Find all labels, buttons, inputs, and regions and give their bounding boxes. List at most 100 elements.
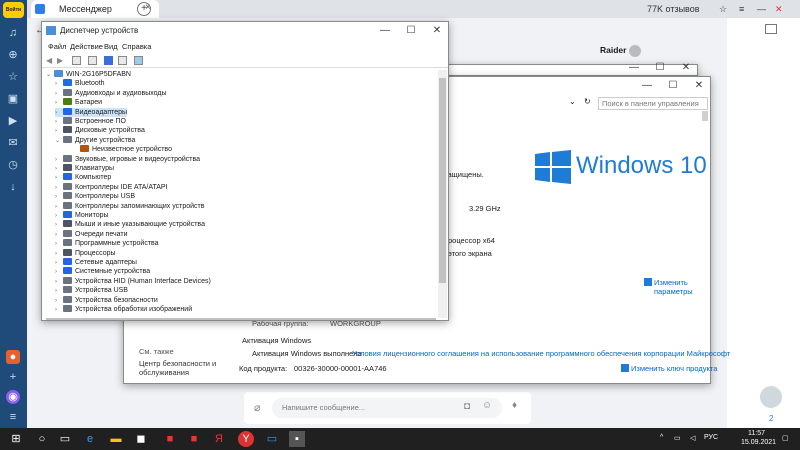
star-icon[interactable]: ☆: [6, 70, 20, 84]
collections-icon[interactable]: ▣: [6, 92, 20, 106]
device-category-row[interactable]: › Устройства безопасности: [55, 295, 158, 306]
refresh-icon[interactable]: ↻: [584, 97, 591, 106]
close-icon[interactable]: ✕: [686, 77, 712, 95]
network-icon[interactable]: ▭: [674, 434, 681, 442]
scrollbar-thumb[interactable]: [439, 78, 446, 283]
expand-arrow-icon[interactable]: ›: [55, 306, 63, 316]
explorer-icon[interactable]: ▬: [108, 431, 124, 447]
new-tab-button[interactable]: +: [137, 2, 151, 16]
expand-arrow-icon[interactable]: ⌄: [46, 71, 54, 81]
device-category-row[interactable]: › Клавиатуры: [55, 164, 114, 174]
menu-icon[interactable]: ≡: [739, 4, 744, 14]
yandex-login-badge[interactable]: Войти: [3, 2, 24, 18]
horizontal-scrollbar[interactable]: [46, 318, 436, 320]
device-category-row[interactable]: › Процессоры: [55, 248, 116, 259]
dropdown-icon[interactable]: ⌄: [569, 97, 576, 106]
camera-icon[interactable]: ◘: [464, 401, 470, 412]
device-category-row[interactable]: › Компьютер: [55, 173, 111, 183]
contact-avatar[interactable]: [760, 386, 782, 408]
bookmark-icon[interactable]: ☆: [719, 4, 727, 15]
device-category-row[interactable]: › Мыши и иные указывающие устройства: [55, 220, 205, 230]
security-center-link[interactable]: Центр безопасности и обслуживания: [139, 359, 219, 377]
clock-time[interactable]: 11:57: [748, 430, 765, 437]
yandex-browser-icon[interactable]: Я: [211, 431, 227, 447]
close-browser-icon[interactable]: ✕: [775, 4, 783, 15]
edge-icon[interactable]: e: [82, 431, 98, 447]
scrollbar[interactable]: [702, 111, 708, 121]
avatar[interactable]: [629, 45, 641, 57]
scan-icon[interactable]: [118, 56, 127, 65]
clock-date[interactable]: 15.09.2021: [741, 439, 776, 446]
clock-icon[interactable]: ◷: [6, 158, 20, 172]
device-category-row[interactable]: ⌄ Другие устройства: [55, 135, 135, 147]
minimize-icon[interactable]: —: [621, 59, 647, 77]
device-category-row[interactable]: › Встроенное ПО: [55, 117, 126, 127]
download-icon[interactable]: ↓: [6, 180, 20, 194]
device-category-row[interactable]: › Звуковые, игровые и видеоустройства: [55, 154, 200, 165]
change-key-link[interactable]: Изменить ключ продукта: [631, 364, 717, 373]
search-icon[interactable]: ○: [34, 431, 50, 447]
tree-root-computer[interactable]: ⌄ WIN-2G16P5DFABN: [46, 70, 131, 80]
device-category-row[interactable]: › Сетевые адаптеры: [55, 258, 137, 268]
back-icon[interactable]: ◀: [46, 56, 55, 65]
change-params-link[interactable]: Изменить параметры: [654, 278, 709, 296]
list-icon[interactable]: [88, 56, 97, 65]
microphone-icon[interactable]: ♦: [512, 400, 517, 411]
alice-icon[interactable]: ◉: [6, 390, 20, 404]
minimize-icon[interactable]: —: [757, 4, 766, 14]
properties-icon[interactable]: [72, 56, 81, 65]
menu-view[interactable]: Вид: [104, 42, 118, 51]
device-category-row[interactable]: › Устройства обработки изображений: [55, 305, 192, 315]
browser-app-icon[interactable]: ■: [186, 431, 202, 447]
bell-icon[interactable]: ♫: [6, 26, 20, 40]
minimize-icon[interactable]: —: [634, 77, 660, 95]
attach-icon[interactable]: ⌀: [254, 401, 261, 414]
minimize-icon[interactable]: —: [372, 22, 398, 40]
monitor-icon[interactable]: [134, 56, 143, 65]
window-icon[interactable]: [765, 24, 777, 34]
device-category-row[interactable]: Неизвестное устройство: [72, 145, 172, 155]
device-category-row[interactable]: › Аудиовходы и аудиовыходы: [55, 88, 167, 99]
device-category-row[interactable]: › Очереди печати: [55, 229, 128, 240]
device-category-row[interactable]: › Дисковые устройства: [55, 126, 145, 136]
close-icon[interactable]: ✕: [424, 22, 450, 40]
maximize-icon[interactable]: ☐: [660, 77, 686, 95]
app-icon[interactable]: ■: [162, 431, 178, 447]
tray-chevron-icon[interactable]: ^: [660, 434, 663, 441]
mail-icon[interactable]: ✉: [6, 136, 20, 150]
menu-help[interactable]: Справка: [122, 42, 151, 51]
reviews-badge[interactable]: 77K отзывов: [647, 4, 700, 14]
add-icon[interactable]: +: [6, 370, 20, 384]
menu-file[interactable]: Файл: [48, 42, 66, 51]
task-view-icon[interactable]: ▭: [57, 431, 73, 447]
yandex-icon[interactable]: Y: [238, 431, 254, 447]
expand-arrow-icon[interactable]: ⌄: [55, 137, 63, 147]
maximize-icon[interactable]: ☐: [647, 59, 673, 77]
device-manager-taskbar-icon[interactable]: ▪: [289, 431, 305, 447]
maximize-icon[interactable]: ☐: [398, 22, 424, 40]
device-category-row[interactable]: › Мониторы: [55, 211, 109, 221]
device-category-row[interactable]: › Bluetooth: [55, 79, 105, 89]
device-category-row[interactable]: › Устройства USB: [55, 286, 128, 296]
license-link[interactable]: Условия лицензионного соглашения на испо…: [352, 349, 730, 358]
device-category-row[interactable]: › Системные устройства: [55, 267, 150, 277]
device-category-row[interactable]: › Контроллеры USB: [55, 192, 135, 202]
device-category-row[interactable]: › Контроллеры запоминающих устройств: [55, 201, 205, 212]
vertical-scrollbar[interactable]: [438, 70, 447, 318]
emoji-icon[interactable]: ☺: [482, 400, 492, 411]
menu-action[interactable]: Действие: [70, 42, 103, 51]
device-category-row[interactable]: › Батареи: [55, 98, 102, 108]
device-category-row[interactable]: › Контроллеры IDE ATA/ATAPI: [55, 182, 168, 193]
start-icon[interactable]: ⊞: [8, 431, 24, 447]
volume-icon[interactable]: ◁: [690, 434, 695, 442]
device-category-row[interactable]: › Устройства HID (Human Interface Devices…: [55, 276, 211, 287]
menu-icon[interactable]: ≡: [6, 410, 20, 424]
user-name[interactable]: Raider: [600, 45, 626, 55]
network-app-icon[interactable]: ▭: [264, 431, 280, 447]
app-icon[interactable]: ●: [6, 350, 20, 364]
language-indicator[interactable]: РУС: [704, 434, 718, 441]
help-icon[interactable]: [104, 56, 113, 65]
device-category-row[interactable]: › Программные устройства: [55, 239, 159, 249]
close-icon[interactable]: ✕: [673, 59, 699, 77]
forward-icon[interactable]: ▶: [57, 56, 66, 65]
